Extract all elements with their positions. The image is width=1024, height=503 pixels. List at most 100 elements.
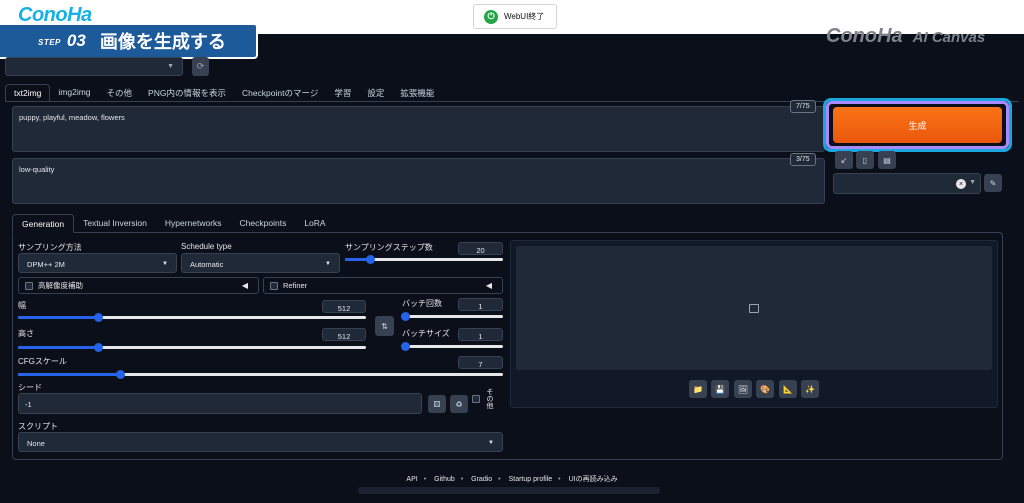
tab-txt2img[interactable]: txt2img [5,84,51,102]
refiner-accordion[interactable]: Refiner ◀ [263,277,503,294]
slider-thumb[interactable] [401,312,410,321]
prompt-token-counter: 7/75 [790,100,816,113]
slider-thumb[interactable] [115,370,125,379]
hires-fix-label: 高解像度補助 [38,281,83,290]
tab-img2img[interactable]: img2img [50,84,98,102]
seed-input[interactable]: -1 [18,393,422,414]
batch-count-slider[interactable] [401,312,503,321]
sampling-steps-input[interactable]: 20 [458,242,503,255]
tab-extensions[interactable]: 拡張機能 [392,84,442,102]
upscale-button[interactable]: ✨ [801,380,819,398]
footer-link-github[interactable]: Github [434,476,455,483]
width-input[interactable]: 512 [322,300,366,313]
send-to-extras-button[interactable]: 📐 [779,380,797,398]
reuse-seed-button[interactable]: ♻ [450,395,468,413]
read-params-button[interactable]: ↙ [835,151,853,169]
schedule-type-select[interactable]: Automatic ▼ [181,253,340,273]
schedule-type-label: Schedule type [181,242,232,251]
refiner-checkbox[interactable] [270,281,278,290]
batch-size-input[interactable]: 1 [458,328,503,341]
tab-generation[interactable]: Generation [12,214,75,233]
webui-exit-button[interactable]: ⏻ WebUI終了 [473,4,557,29]
hires-fix-accordion[interactable]: 高解像度補助 ◀ [18,277,259,294]
image-placeholder-icon [749,304,759,313]
ruler-icon: 📐 [783,384,793,394]
collapse-triangle-icon: ◀ [241,281,248,290]
script-value: None [27,439,45,448]
seed-label: シード [18,383,42,392]
clear-icon[interactable]: × [956,179,966,189]
trash-icon: ▯ [862,155,868,165]
height-label: 高さ [18,329,34,338]
height-slider[interactable] [18,343,366,352]
sampling-method-label: サンプリング方法 [18,243,82,252]
save-button[interactable]: 💾 [711,380,729,398]
cfg-scale-input[interactable]: 7 [458,356,503,369]
swap-dimensions-button[interactable]: ⇅ [375,316,394,336]
recycle-icon: ♻ [455,399,463,409]
sampling-steps-slider[interactable] [345,255,503,264]
batch-count-input[interactable]: 1 [458,298,503,311]
chevron-down-icon: ▼ [167,63,174,70]
pencil-icon: ✎ [989,178,997,188]
tab-hypernetworks[interactable]: Hypernetworks [156,214,231,233]
width-slider[interactable] [18,313,366,322]
brand-product-text: AI Canvas [912,29,986,46]
tab-png-info[interactable]: PNG内の情報を表示 [140,84,234,102]
step-title: 画像を生成する [99,32,226,52]
seed-extra-checkbox[interactable] [472,395,480,403]
footer-link-startup-profile[interactable]: Startup profile [509,476,553,483]
slider-fill [18,373,120,376]
sampling-steps-label: サンプリングステップ数 [345,243,433,252]
footer-link-api[interactable]: API [406,476,417,483]
power-icon: ⏻ [484,9,498,24]
tab-checkpoint-merger[interactable]: Checkpointのマージ [234,84,326,102]
collapse-triangle-icon: ◀ [485,281,492,290]
webui-exit-label: WebUI終了 [504,12,545,21]
folder-icon: 📁 [693,384,703,394]
footer-link-gradio[interactable]: Gradio [471,476,492,483]
send-to-inpaint-button[interactable]: 🎨 [756,380,774,398]
batch-size-label: バッチサイズ [402,329,450,338]
tab-lora[interactable]: LoRA [295,214,334,233]
step-number: 03 [66,31,86,50]
open-folder-button[interactable]: 📁 [689,380,707,398]
refresh-checkpoint-button[interactable]: ⟳ [192,57,209,76]
tab-settings[interactable]: 設定 [359,84,392,102]
edit-styles-button[interactable]: ✎ [984,174,1002,192]
clear-prompt-button[interactable]: ▯ [856,151,874,169]
seed-extra-label: その他 [486,388,493,409]
chevron-down-icon: ▼ [969,179,976,186]
arrow-down-left-icon: ↙ [840,155,848,165]
tab-textual-inversion[interactable]: Textual Inversion [74,214,156,233]
slider-thumb[interactable] [94,343,104,352]
tab-checkpoints[interactable]: Checkpoints [231,214,296,233]
script-select[interactable]: None ▼ [18,432,503,452]
styles-select[interactable]: × ▼ [833,173,981,194]
save-icon: 💾 [715,384,725,394]
refiner-label: Refiner [283,281,308,290]
random-seed-button[interactable]: ⚄ [428,395,446,413]
sampling-method-select[interactable]: DPM++ 2M ▼ [18,253,177,273]
send-to-img2img-button[interactable]: 🖼 [734,380,752,398]
prompt-input[interactable]: puppy, playful, meadow, flowers [12,106,825,152]
apply-style-button[interactable]: ▤ [878,151,896,169]
sampling-method-value: DPM++ 2M [27,260,65,269]
refresh-icon: ⟳ [196,61,205,71]
height-input[interactable]: 512 [322,328,366,341]
checkpoint-select[interactable]: ▼ [5,57,183,76]
cfg-scale-slider[interactable] [18,370,503,379]
tab-extras[interactable]: その他 [99,84,141,102]
sub-tabs: Generation Textual Inversion Hypernetwor… [12,214,335,233]
negative-token-counter: 3/75 [790,153,816,166]
batch-size-slider[interactable] [401,342,503,351]
slider-thumb[interactable] [401,342,410,351]
hires-fix-checkbox[interactable] [25,281,33,290]
footer-link-reload-ui[interactable]: UIの再読み込み [569,476,618,483]
footer-version-info [358,487,660,494]
generate-button[interactable]: 生成 [833,107,1002,143]
negative-prompt-input[interactable]: low-quality [12,158,825,204]
step-word: STEP [38,38,61,47]
slider-thumb[interactable] [94,313,104,322]
tab-train[interactable]: 学習 [326,84,359,102]
